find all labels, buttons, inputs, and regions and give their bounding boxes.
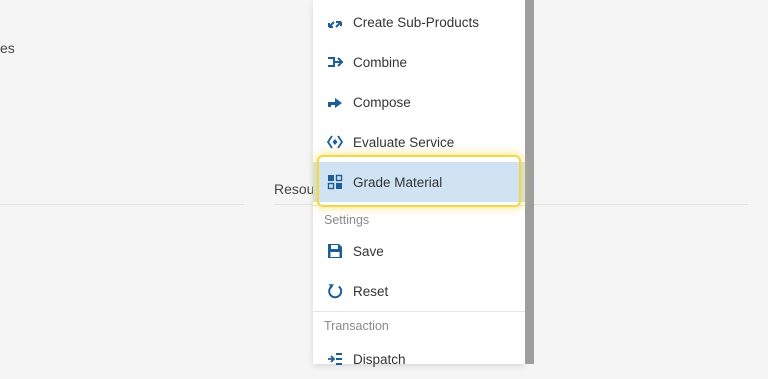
- grade-material-icon: [326, 173, 344, 191]
- context-menu: Create Sub-Products Combine Compose Eval…: [313, 0, 525, 367]
- menu-item-label: Create Sub-Products: [353, 14, 480, 30]
- menu-item-label: Evaluate Service: [353, 134, 455, 150]
- create-sub-products-icon: [326, 13, 344, 31]
- menu-section-transaction: Transaction: [313, 311, 525, 333]
- menu-item-create-sub-products[interactable]: Create Sub-Products: [313, 2, 525, 42]
- background-section-heading: Resou: [274, 181, 315, 197]
- menu-scrollbar[interactable]: [525, 0, 534, 364]
- background-label-fragment: es: [0, 40, 15, 56]
- menu-item-combine[interactable]: Combine: [313, 42, 525, 82]
- menu-item-evaluate-service[interactable]: Evaluate Service: [313, 122, 525, 162]
- reset-icon: [326, 282, 344, 300]
- section-title: Settings: [324, 213, 370, 227]
- dispatch-icon: [326, 350, 344, 368]
- menu-item-label: Grade Material: [353, 174, 443, 190]
- menu-item-label: Combine: [353, 54, 408, 70]
- menu-item-save[interactable]: Save: [313, 231, 525, 271]
- menu-item-label: Dispatch: [353, 351, 406, 367]
- menu-item-reset[interactable]: Reset: [313, 271, 525, 311]
- compose-icon: [326, 93, 344, 111]
- menu-item-dispatch[interactable]: Dispatch: [313, 339, 525, 379]
- save-icon: [326, 242, 344, 260]
- evaluate-service-icon: [326, 133, 344, 151]
- background-divider-left: [0, 204, 244, 205]
- menu-item-grade-material[interactable]: Grade Material: [313, 162, 525, 202]
- combine-icon: [326, 53, 344, 71]
- menu-item-label: Save: [353, 243, 384, 259]
- section-title: Transaction: [324, 319, 389, 333]
- menu-item-label: Compose: [353, 94, 411, 110]
- menu-item-label: Reset: [353, 283, 389, 299]
- menu-section-settings: Settings: [313, 205, 525, 227]
- menu-item-compose[interactable]: Compose: [313, 82, 525, 122]
